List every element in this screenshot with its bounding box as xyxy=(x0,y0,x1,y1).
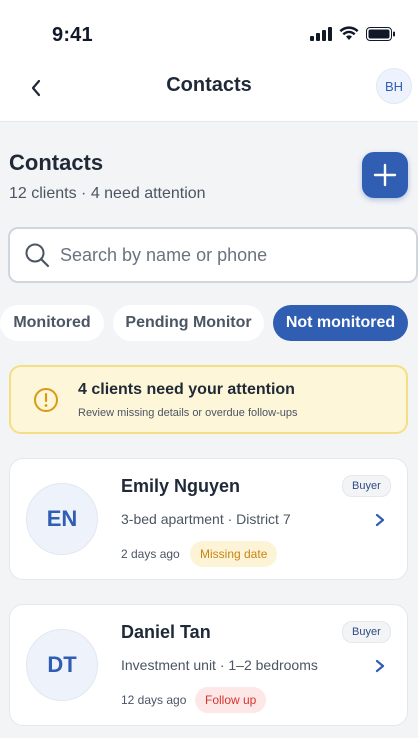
search-input[interactable] xyxy=(60,244,380,266)
chevron-right-icon xyxy=(375,659,385,673)
page-subtitle: 12 clients · 4 need attention xyxy=(9,185,206,202)
contact-type-tag: Buyer xyxy=(342,621,391,643)
contact-card[interactable]: DT Daniel Tan Investment unit · 1–2 bedr… xyxy=(9,604,408,726)
status-bar: 9:41 xyxy=(0,0,418,66)
contact-card[interactable]: EN Emily Nguyen 3-bed apartment · Distri… xyxy=(9,458,408,580)
wifi-icon xyxy=(339,26,359,40)
contact-name: Emily Nguyen xyxy=(121,476,241,496)
add-contact-button[interactable] xyxy=(362,152,408,198)
contact-type-tag: Buyer xyxy=(342,475,391,497)
search-icon xyxy=(25,243,50,268)
nav-title: Contacts xyxy=(166,74,252,96)
attention-alert[interactable]: 4 clients need your attention Review mis… xyxy=(9,365,408,434)
signal-icon xyxy=(310,26,332,41)
page-title: Contacts xyxy=(9,150,104,175)
avatar: EN xyxy=(26,483,98,555)
chip-monitored[interactable]: Monitored xyxy=(0,305,104,341)
contact-detail: 3-bed apartment · District 7 xyxy=(121,511,291,527)
status-time: 9:41 xyxy=(52,24,93,46)
chevron-right-icon xyxy=(375,513,385,527)
battery-icon xyxy=(366,26,395,41)
plus-icon xyxy=(373,163,397,187)
filter-chips: Monitored Pending Monitor Not monitored xyxy=(0,305,418,341)
contact-name: Daniel Tan xyxy=(121,622,211,642)
search-bar xyxy=(8,227,418,283)
alert-description: Review missing details or overdue follow… xyxy=(78,407,298,419)
chip-not-monitored[interactable]: Not monitored xyxy=(273,305,408,341)
profile-avatar[interactable]: BH xyxy=(376,68,412,104)
nav-bar: Contacts BH xyxy=(0,66,418,122)
status-icons xyxy=(310,26,396,41)
chip-pending-monitor[interactable]: Pending Monitor xyxy=(113,305,264,341)
warning-circle-icon xyxy=(34,388,58,412)
status-badge: Follow up xyxy=(195,687,267,713)
contact-detail: Investment unit · 1–2 bedrooms xyxy=(121,657,318,673)
avatar: DT xyxy=(26,629,98,701)
contact-last-activity: 12 days ago xyxy=(121,693,187,707)
contact-last-activity: 2 days ago xyxy=(121,547,180,561)
status-badge: Missing date xyxy=(190,541,278,567)
alert-title: 4 clients need your attention xyxy=(78,381,295,398)
